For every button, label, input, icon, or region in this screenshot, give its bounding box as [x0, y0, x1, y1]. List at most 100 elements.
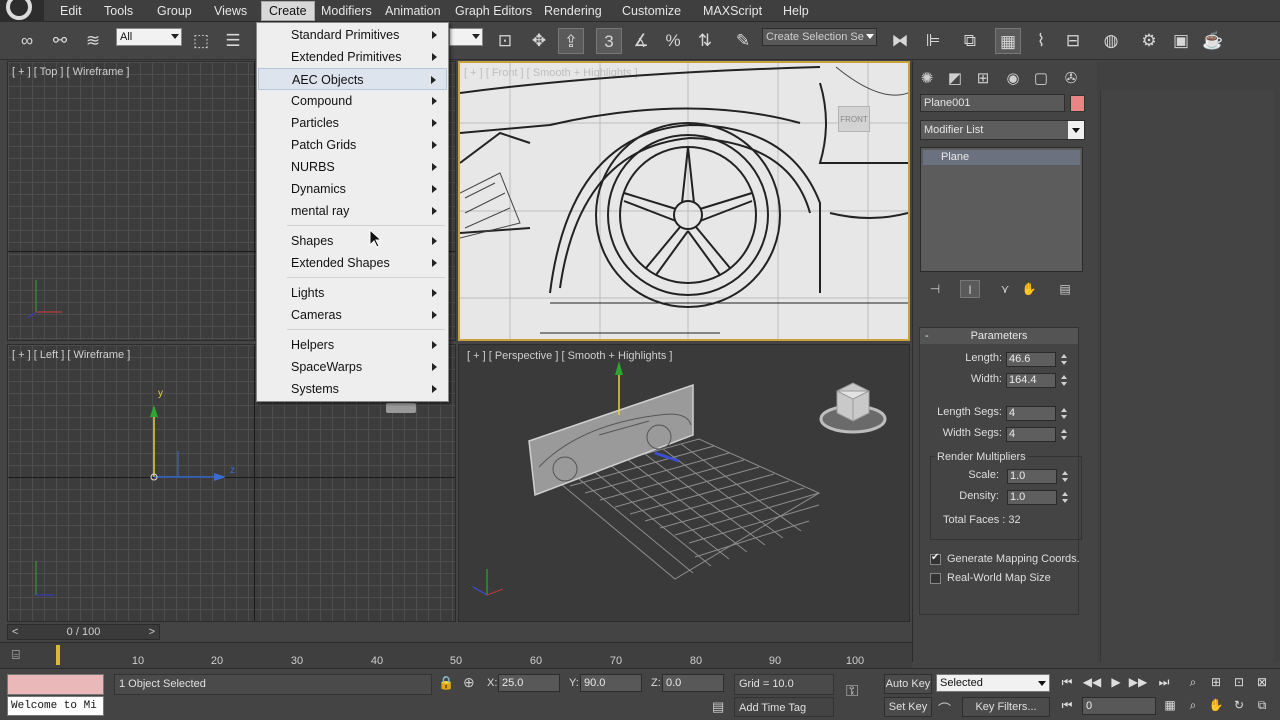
go-to-end-icon[interactable]: ⏭ — [1154, 673, 1174, 691]
utilities-tab-icon[interactable]: ✇ — [1059, 67, 1083, 91]
menu-item-systems[interactable]: Systems — [258, 378, 447, 400]
viewcube-icon[interactable] — [815, 373, 895, 443]
angle-snap-icon[interactable]: ∡ — [628, 28, 654, 54]
menu-group[interactable]: Group — [150, 0, 199, 22]
menu-item-cameras[interactable]: Cameras — [258, 304, 447, 326]
mirror-icon[interactable]: ⧓ — [887, 28, 913, 54]
edit-named-selection-icon[interactable]: ✎ — [730, 28, 756, 54]
menu-item-shapes[interactable]: Shapes — [258, 230, 447, 252]
display-tab-icon[interactable]: ▢ — [1029, 67, 1053, 91]
select-object-icon[interactable]: ⬚ — [188, 28, 214, 54]
schematic-view-icon[interactable]: ⊟ — [1060, 28, 1086, 54]
show-end-result-icon[interactable]: I — [960, 280, 980, 298]
previous-frame-icon[interactable]: ◀◀ — [1082, 673, 1102, 691]
go-to-start-icon[interactable]: ⏮ — [1057, 673, 1077, 691]
modifier-list-dropdown[interactable]: Modifier List — [920, 120, 1085, 140]
object-color-swatch[interactable] — [1070, 95, 1085, 112]
menu-item-lights[interactable]: Lights — [258, 282, 447, 304]
viewcube-icon[interactable] — [386, 403, 416, 413]
key-tangent-icon[interactable]: ⌒ — [938, 699, 951, 718]
current-frame-field[interactable]: 0 — [1082, 697, 1156, 715]
create-tab-icon[interactable]: ✺ — [915, 67, 939, 91]
make-unique-icon[interactable]: ⋎ — [995, 280, 1015, 298]
menu-item-particles[interactable]: Particles — [258, 112, 447, 134]
menu-item-nurbs[interactable]: NURBS — [258, 156, 447, 178]
density-spinner[interactable]: 1.0 — [1007, 490, 1057, 505]
generate-mapping-checkbox[interactable] — [930, 552, 941, 565]
spinner-arrows-icon[interactable] — [1060, 373, 1069, 388]
viewport-label[interactable]: [ + ] [ Top ] [ Wireframe ] — [12, 66, 129, 78]
hierarchy-tab-icon[interactable]: ⊞ — [971, 67, 995, 91]
named-selection-set-dropdown[interactable]: Create Selection Se — [762, 28, 877, 46]
spinner-arrows-icon[interactable] — [1060, 406, 1069, 421]
spinner-arrows-icon[interactable] — [1061, 469, 1070, 484]
menu-customize[interactable]: Customize — [615, 0, 688, 22]
menu-animation[interactable]: Animation — [378, 0, 448, 22]
menu-tools[interactable]: Tools — [97, 0, 140, 22]
menu-item-helpers[interactable]: Helpers — [258, 334, 447, 356]
key-filters-button[interactable]: Key Filters... — [962, 697, 1050, 717]
menu-item-dynamics[interactable]: Dynamics — [258, 178, 447, 200]
menu-item-extended-primitives[interactable]: Extended Primitives — [258, 46, 447, 68]
time-slider[interactable]: < 0 / 100 > — [7, 624, 160, 640]
key-mode-dropdown[interactable]: Selected — [936, 674, 1050, 692]
zoom-extents-all-icon[interactable]: ⊠ — [1252, 673, 1272, 691]
maxscript-mini-listener[interactable] — [7, 674, 104, 695]
object-name-field[interactable]: Plane001 — [920, 94, 1065, 112]
snap-toggle-icon[interactable]: 3 — [596, 28, 622, 54]
menu-maxscript[interactable]: MAXScript — [696, 0, 769, 22]
menu-item-extended-shapes[interactable]: Extended Shapes — [258, 252, 447, 274]
open-mini-curve-editor-icon[interactable]: ⌸ — [12, 647, 32, 665]
menu-rendering[interactable]: Rendering — [537, 0, 609, 22]
configure-modifier-sets-icon[interactable]: ▤ — [1055, 280, 1075, 298]
link-icon[interactable]: ∞ — [14, 28, 40, 54]
menu-item-aec-objects[interactable]: AEC Objects — [258, 68, 447, 90]
viewport-front[interactable]: [ + ] [ Front ] [ Smooth + Highlights ] — [458, 61, 910, 341]
pin-stack-icon[interactable]: ⊣ — [925, 280, 945, 298]
keyboard-shortcut-toggle-icon[interactable]: ⇪ — [558, 28, 584, 54]
selection-filter-dropdown[interactable]: All — [116, 28, 182, 46]
play-icon[interactable]: ▶ — [1106, 673, 1126, 691]
curve-editor-icon[interactable]: ⌇ — [1028, 28, 1054, 54]
motion-tab-icon[interactable]: ◉ — [1001, 67, 1025, 91]
layer-manager-icon[interactable]: ⧉ — [957, 28, 983, 54]
menu-graph-editors[interactable]: Graph Editors — [448, 0, 539, 22]
viewport-perspective[interactable]: [ + ] [ Perspective ] [ Smooth + Highlig… — [458, 344, 910, 622]
graphite-ribbon-icon[interactable]: ▦ — [995, 28, 1021, 54]
parameters-header[interactable]: - Parameters — [920, 328, 1078, 344]
menu-help[interactable]: Help — [776, 0, 816, 22]
length-segs-spinner[interactable]: 4 — [1006, 406, 1056, 421]
menu-item-spacewarps[interactable]: SpaceWarps — [258, 356, 447, 378]
key-mode-toggle-icon[interactable]: ⏮ — [1057, 696, 1077, 714]
menu-item-compound[interactable]: Compound — [258, 90, 447, 112]
real-world-map-checkbox[interactable] — [930, 573, 941, 584]
spinner-snap-icon[interactable]: ⇅ — [692, 28, 718, 54]
select-manipulate-icon[interactable]: ✥ — [526, 28, 552, 54]
field-of-view-icon[interactable]: ▦ — [1160, 696, 1180, 714]
orbit-icon[interactable]: ↻ — [1229, 696, 1249, 714]
scale-spinner[interactable]: 1.0 — [1007, 469, 1057, 484]
render-production-icon[interactable]: ☕ — [1200, 28, 1226, 54]
render-setup-icon[interactable]: ⚙ — [1136, 28, 1162, 54]
menu-edit[interactable]: Edit — [53, 0, 89, 22]
spinner-arrows-icon[interactable] — [1061, 490, 1070, 505]
auto-key-button[interactable]: Auto Key — [884, 674, 932, 694]
x-coordinate-field[interactable]: 25.0 — [498, 674, 560, 692]
absolute-mode-icon[interactable]: ⊕ — [463, 674, 475, 691]
track-bar[interactable]: ⌸ 10 20 30 40 50 60 70 80 90 100 — [0, 642, 912, 668]
width-spinner[interactable]: 164.4 — [1006, 373, 1056, 388]
unlink-icon[interactable]: ⚯ — [47, 28, 73, 54]
y-coordinate-field[interactable]: 90.0 — [580, 674, 642, 692]
next-frame-icon[interactable]: ▶▶ — [1128, 673, 1148, 691]
length-spinner[interactable]: 46.6 — [1006, 352, 1056, 367]
time-slider-handle[interactable] — [56, 645, 60, 665]
zoom-all-icon[interactable]: ⊞ — [1206, 673, 1226, 691]
menu-item-patch-grids[interactable]: Patch Grids — [258, 134, 447, 156]
menu-modifiers[interactable]: Modifiers — [314, 0, 379, 22]
modify-tab-icon[interactable]: ◩ — [943, 67, 967, 91]
lock-icon[interactable]: 🔒 — [438, 675, 454, 691]
listener-output[interactable]: Welcome to Mi — [7, 696, 104, 716]
stack-item-plane[interactable]: Plane — [923, 150, 1080, 165]
chevron-right-icon[interactable]: > — [149, 625, 155, 639]
app-logo-icon[interactable] — [0, 0, 44, 22]
